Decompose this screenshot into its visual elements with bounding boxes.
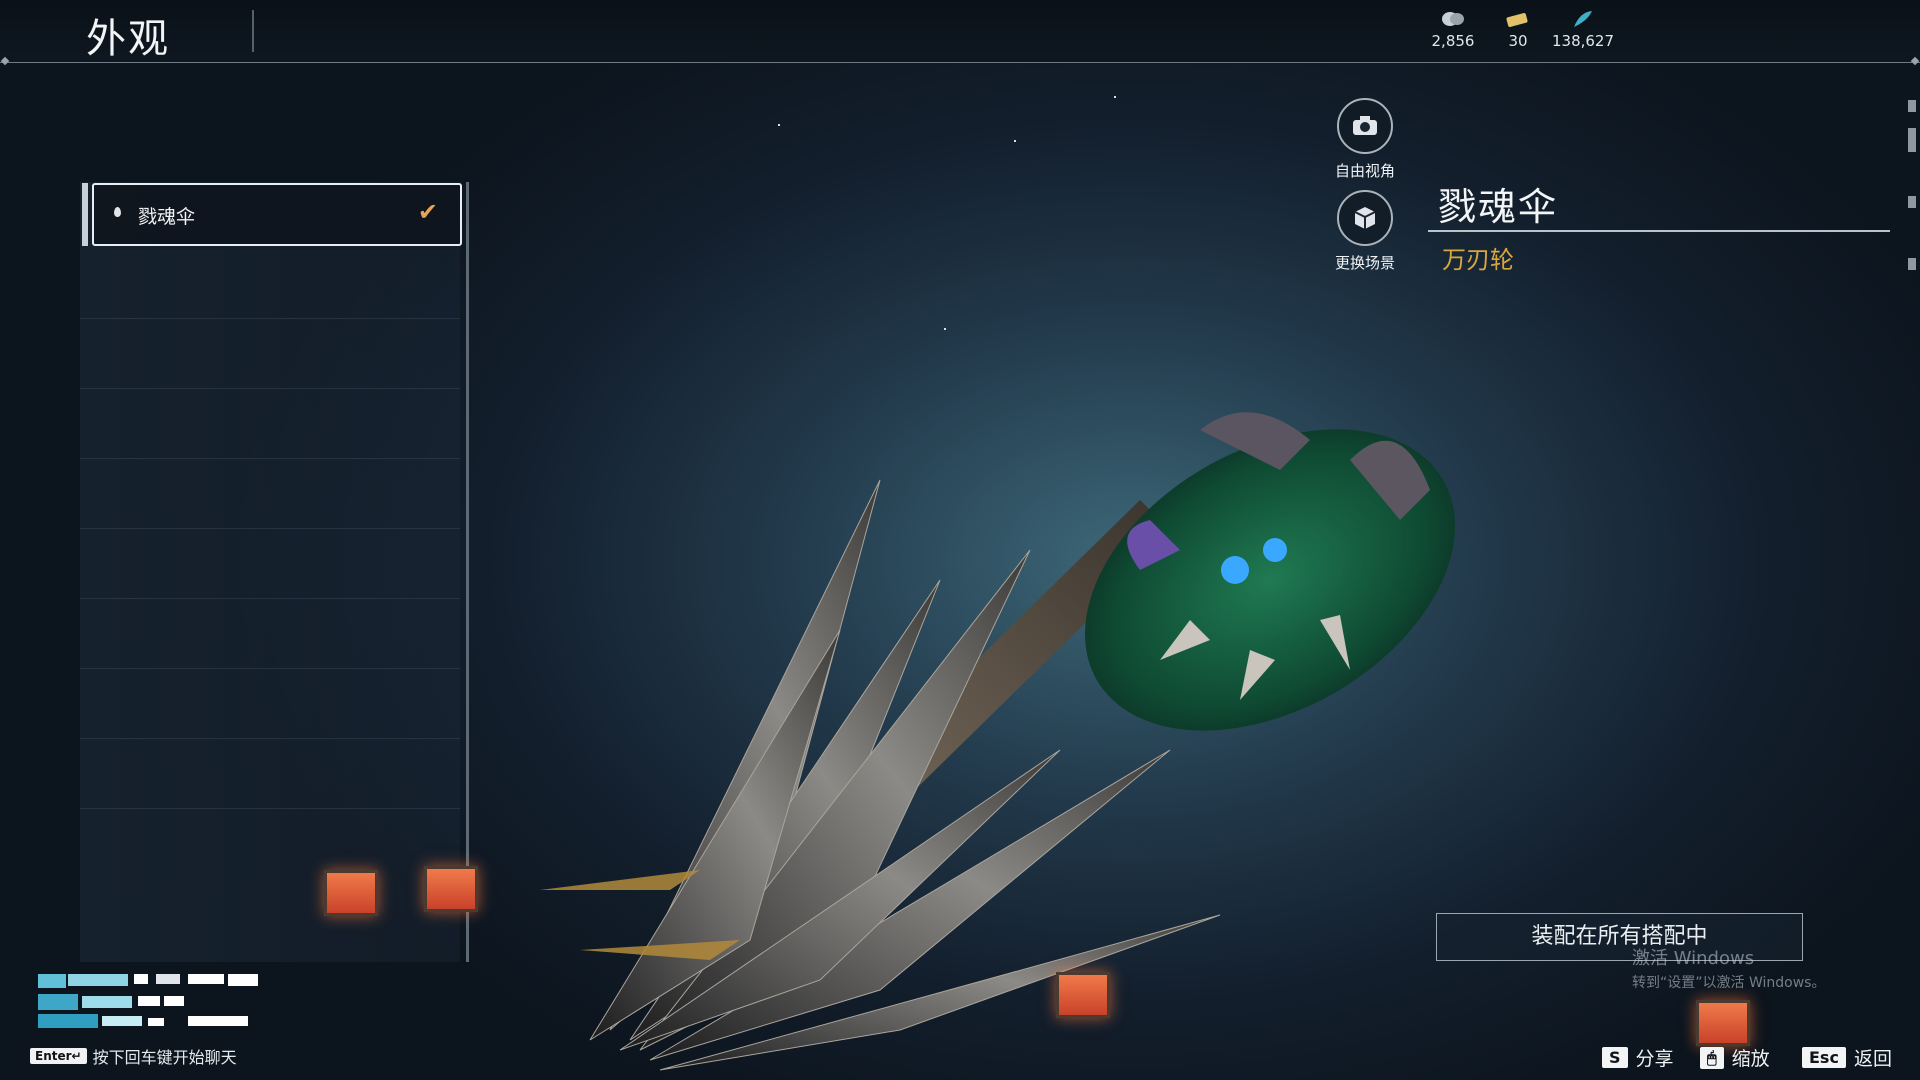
droplet-icon <box>114 207 121 217</box>
lantern-decoration <box>324 870 378 916</box>
list-slot-divider <box>80 458 460 459</box>
appearance-list[interactable] <box>80 182 460 962</box>
free-camera-label: 自由视角 <box>1334 162 1395 180</box>
scroll-marker <box>1908 128 1916 152</box>
weapon-type: 万刃轮 <box>1442 246 1514 274</box>
ticket-icon <box>1506 13 1528 27</box>
currency-value: 138,627 <box>1551 32 1615 50</box>
back-action[interactable]: Esc 返回 <box>1802 1044 1892 1071</box>
weapon-name-underline <box>1428 230 1890 232</box>
back-label: 返回 <box>1853 1048 1892 1070</box>
chat-hint-text: 按下回车键开始聊天 <box>92 1048 237 1067</box>
list-slot-divider <box>80 388 460 389</box>
currency-value: 30 <box>1508 32 1528 50</box>
camera-icon <box>1337 98 1393 154</box>
scroll-marker <box>1908 258 1916 270</box>
top-bar: 外观 2,856 30 138,627 <box>0 0 1920 66</box>
weapon-name: 戮魂伞 <box>1438 185 1559 229</box>
silver-coin-icon <box>1442 12 1464 26</box>
scroll-marker <box>1908 196 1916 208</box>
list-item-selected[interactable]: 戮魂伞 ✔ <box>82 183 462 246</box>
pixelated-player-info <box>38 974 258 1028</box>
title-divider <box>252 10 254 52</box>
currency-feather: 138,627 <box>1538 10 1628 50</box>
cube-icon <box>1337 190 1393 246</box>
change-scene-label: 更换场景 <box>1334 254 1395 272</box>
free-camera-button[interactable]: 自由视角 <box>1320 98 1410 181</box>
list-item-name: 戮魂伞 <box>138 206 196 228</box>
page-title: 外观 <box>86 16 170 62</box>
currency-value: 2,856 <box>1431 32 1475 50</box>
windows-activation-watermark: 激活 Windows <box>1632 948 1755 969</box>
zoom-label: 缩放 <box>1731 1048 1770 1070</box>
list-slot-divider <box>80 598 460 599</box>
list-slot-divider <box>80 808 460 809</box>
share-action[interactable]: S 分享 <box>1602 1044 1674 1071</box>
lantern-decoration <box>1056 972 1110 1018</box>
change-scene-button[interactable]: 更换场景 <box>1320 190 1410 273</box>
star <box>1114 96 1116 98</box>
windows-activation-hint: 转到“设置”以激活 Windows。 <box>1632 975 1826 991</box>
star <box>778 124 780 126</box>
share-label: 分享 <box>1635 1048 1674 1070</box>
lantern-decoration <box>1696 1000 1750 1046</box>
chat-hint: Enter↵ 按下回车键开始聊天 <box>30 1044 237 1068</box>
list-scrollbar[interactable] <box>466 182 469 962</box>
esc-key-badge: Esc <box>1802 1047 1846 1068</box>
header-divider-diamond <box>0 56 10 66</box>
s-key-badge: S <box>1602 1047 1628 1068</box>
mouse-icon: 🖱 <box>1700 1046 1724 1069</box>
list-slot-divider <box>80 528 460 529</box>
scroll-marker <box>1908 100 1916 112</box>
enter-key-badge: Enter↵ <box>30 1048 87 1064</box>
feather-icon <box>1574 11 1592 27</box>
list-slot-divider <box>80 738 460 739</box>
lantern-decoration <box>424 866 478 912</box>
list-slot-divider <box>80 318 460 319</box>
list-slot-divider <box>80 668 460 669</box>
checkmark-icon: ✔ <box>417 198 438 226</box>
zoom-action[interactable]: 🖱 缩放 <box>1700 1044 1770 1071</box>
star <box>1014 140 1016 142</box>
header-divider-diamond <box>1910 56 1920 66</box>
